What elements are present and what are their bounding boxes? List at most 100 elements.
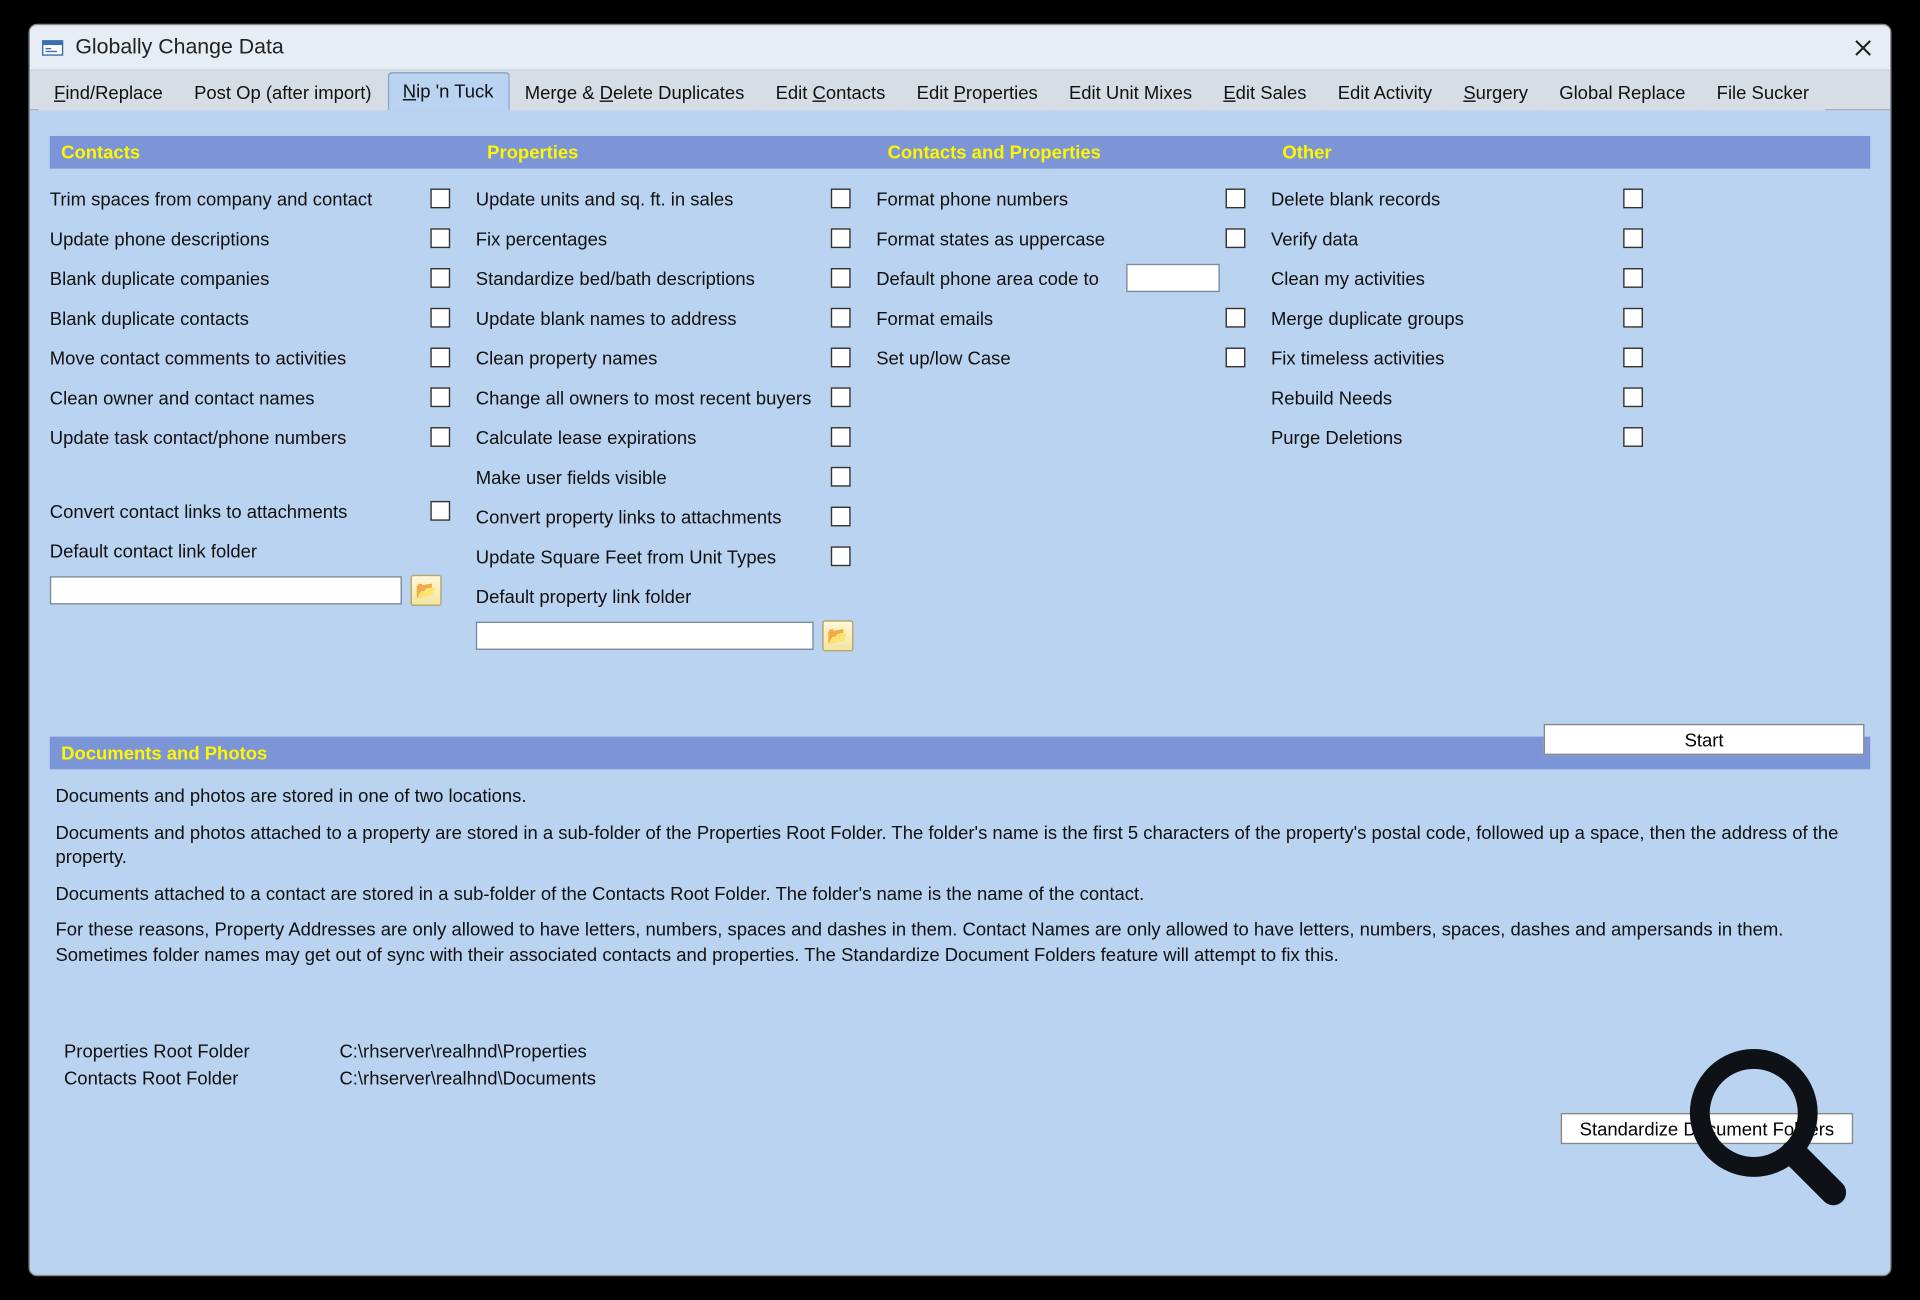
both2-opt-0-label: Format emails xyxy=(876,307,1225,328)
both-opt-0-label: Format phone numbers xyxy=(876,188,1225,209)
contacts-root-value: C:\rhserver\realhnd\Documents xyxy=(339,1068,596,1089)
header-contacts: Contacts xyxy=(61,142,487,163)
header-other: Other xyxy=(1282,142,1859,163)
contacts-opt-5-checkbox[interactable] xyxy=(430,387,450,407)
other-opt-6-row: Purge Deletions xyxy=(1271,421,1669,452)
contacts-opt-4-checkbox[interactable] xyxy=(430,348,450,368)
properties-opt-0-checkbox[interactable] xyxy=(831,189,851,209)
contacts-opt-0-checkbox[interactable] xyxy=(430,189,450,209)
other-opt-5-checkbox[interactable] xyxy=(1623,387,1643,407)
contacts-convert-checkbox[interactable] xyxy=(430,501,450,521)
contacts-opt-5-row: Clean owner and contact names xyxy=(50,382,476,413)
tab-2[interactable]: Nip 'n Tuck xyxy=(387,72,509,110)
contacts-opt-1-checkbox[interactable] xyxy=(430,228,450,248)
properties-opt-5-row: Change all owners to most recent buyers xyxy=(476,382,876,413)
tab-7[interactable]: Edit Sales xyxy=(1208,73,1322,110)
contacts-root-label: Contacts Root Folder xyxy=(64,1068,305,1089)
properties-opt-7-row: Make user fields visible xyxy=(476,461,876,492)
properties-opt-6-checkbox[interactable] xyxy=(831,427,851,447)
tab-8[interactable]: Edit Activity xyxy=(1322,73,1448,110)
other-opt-3-row: Merge duplicate groups xyxy=(1271,302,1669,333)
both-opt-1-checkbox[interactable] xyxy=(1226,228,1246,248)
tab-3[interactable]: Merge & Delete Duplicates xyxy=(509,73,760,110)
properties-opt-3-checkbox[interactable] xyxy=(831,308,851,328)
properties-opt-1-label: Fix percentages xyxy=(476,228,831,249)
other-opt-4-checkbox[interactable] xyxy=(1623,348,1643,368)
areacode-row: Default phone area code to xyxy=(876,262,1271,293)
other-opt-4-label: Fix timeless activities xyxy=(1271,347,1623,368)
other-opt-1-row: Verify data xyxy=(1271,223,1669,254)
client-area: Contacts Properties Contacts and Propert… xyxy=(30,110,1890,1274)
other-opt-0-checkbox[interactable] xyxy=(1623,189,1643,209)
both2-opt-0-checkbox[interactable] xyxy=(1226,308,1246,328)
properties-opt-1-row: Fix percentages xyxy=(476,223,876,254)
properties-root-row: Properties Root Folder C:\rhserver\realh… xyxy=(64,1041,1856,1062)
properties-opt-5-label: Change all owners to most recent buyers xyxy=(476,387,831,408)
contacts-folder-browse[interactable]: 📂 xyxy=(410,575,441,606)
contacts-folder-row: 📂 xyxy=(50,575,476,606)
properties-folder-browse[interactable]: 📂 xyxy=(822,620,853,651)
docs-p4: For these reasons, Property Addresses ar… xyxy=(55,917,1864,967)
start-button[interactable]: Start xyxy=(1544,724,1865,755)
properties-opt-8-checkbox[interactable] xyxy=(831,507,851,527)
standardize-button[interactable]: Standardize Document Folders xyxy=(1561,1113,1854,1144)
tab-5[interactable]: Edit Properties xyxy=(901,73,1053,110)
contacts-folder-input[interactable] xyxy=(50,576,402,604)
contacts-column: Trim spaces from company and contact Upda… xyxy=(50,183,476,652)
properties-opt-7-label: Make user fields visible xyxy=(476,466,831,487)
other-opt-2-row: Clean my activities xyxy=(1271,262,1669,293)
areacode-label: Default phone area code to xyxy=(876,267,1126,288)
other-opt-5-row: Rebuild Needs xyxy=(1271,382,1669,413)
docs-p2: Documents and photos attached to a prope… xyxy=(55,820,1864,870)
both2-opt-0-row: Format emails xyxy=(876,302,1271,333)
properties-opt-4-checkbox[interactable] xyxy=(831,348,851,368)
contacts-opt-6-row: Update task contact/phone numbers xyxy=(50,421,476,452)
tab-6[interactable]: Edit Unit Mixes xyxy=(1053,73,1207,110)
contacts-opt-6-checkbox[interactable] xyxy=(430,427,450,447)
properties-folder-label: Default property link folder xyxy=(476,585,876,606)
window: Globally Change Data Find/ReplacePost Op… xyxy=(28,24,1891,1276)
properties-opt-2-row: Standardize bed/bath descriptions xyxy=(476,262,876,293)
other-opt-6-checkbox[interactable] xyxy=(1623,427,1643,447)
other-opt-3-checkbox[interactable] xyxy=(1623,308,1643,328)
titlebar: Globally Change Data xyxy=(30,25,1890,70)
properties-opt-6-label: Calculate lease expirations xyxy=(476,426,831,447)
both-opt-0-checkbox[interactable] xyxy=(1226,189,1246,209)
contacts-opt-4-label: Move contact comments to activities xyxy=(50,347,431,368)
properties-opt-1-checkbox[interactable] xyxy=(831,228,851,248)
properties-folder-input[interactable] xyxy=(476,622,814,650)
properties-opt-7-checkbox[interactable] xyxy=(831,467,851,487)
close-button[interactable] xyxy=(1845,32,1882,63)
areacode-input[interactable] xyxy=(1126,264,1220,292)
contacts-opt-3-checkbox[interactable] xyxy=(430,308,450,328)
properties-opt-8-label: Convert property links to attachments xyxy=(476,506,831,527)
tab-0[interactable]: Find/Replace xyxy=(38,73,178,110)
other-opt-4-row: Fix timeless activities xyxy=(1271,342,1669,373)
both2-opt-1-checkbox[interactable] xyxy=(1226,348,1246,368)
contacts-opt-0-row: Trim spaces from company and contact xyxy=(50,183,476,214)
properties-opt-5-checkbox[interactable] xyxy=(831,387,851,407)
other-opt-0-label: Delete blank records xyxy=(1271,188,1623,209)
properties-opt-9-label: Update Square Feet from Unit Types xyxy=(476,546,831,567)
both-opt-1-row: Format states as uppercase xyxy=(876,223,1271,254)
tab-1[interactable]: Post Op (after import) xyxy=(178,73,387,110)
properties-opt-2-checkbox[interactable] xyxy=(831,268,851,288)
tab-11[interactable]: File Sucker xyxy=(1701,73,1825,110)
tab-9[interactable]: Surgery xyxy=(1448,73,1544,110)
both2-opt-1-label: Set up/low Case xyxy=(876,347,1225,368)
properties-opt-0-row: Update units and sq. ft. in sales xyxy=(476,183,876,214)
properties-opt-9-checkbox[interactable] xyxy=(831,546,851,566)
docs-p1: Documents and photos are stored in one o… xyxy=(55,783,1864,808)
properties-folder-label-row: Default property link folder xyxy=(476,580,876,611)
other-opt-3-label: Merge duplicate groups xyxy=(1271,307,1623,328)
contacts-opt-3-row: Blank duplicate contacts xyxy=(50,302,476,333)
contacts-opt-5-label: Clean owner and contact names xyxy=(50,387,431,408)
contacts-convert-label: Convert contact links to attachments xyxy=(50,500,431,521)
tab-4[interactable]: Edit Contacts xyxy=(760,73,901,110)
other-opt-2-checkbox[interactable] xyxy=(1623,268,1643,288)
properties-root-label: Properties Root Folder xyxy=(64,1041,305,1062)
tab-10[interactable]: Global Replace xyxy=(1544,73,1701,110)
contacts-opt-2-checkbox[interactable] xyxy=(430,268,450,288)
docs-p3: Documents attached to a contact are stor… xyxy=(55,881,1864,906)
other-opt-1-checkbox[interactable] xyxy=(1623,228,1643,248)
